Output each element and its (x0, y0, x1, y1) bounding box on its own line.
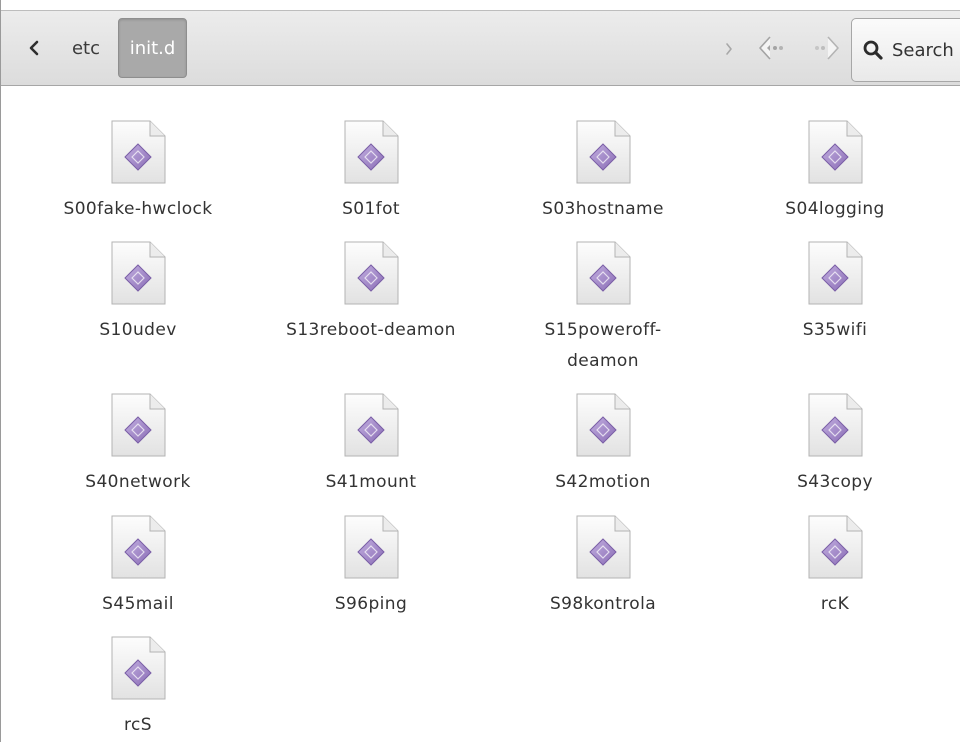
file-name: S96ping (334, 594, 408, 614)
breadcrumb-init-d-label: init.d (129, 37, 176, 59)
script-file-icon (576, 120, 631, 184)
file-item[interactable]: S04logging (719, 120, 951, 225)
file-item[interactable]: S03hostname (487, 120, 719, 225)
search-button[interactable]: Search (851, 18, 960, 82)
arrow-back-icon (759, 36, 783, 60)
file-name: S40network (85, 472, 191, 492)
file-item[interactable]: S98kontrola (487, 515, 719, 620)
script-file-icon (576, 241, 631, 305)
file-item[interactable]: S96ping (255, 515, 487, 620)
script-file-icon (344, 120, 399, 184)
file-item[interactable]: rcK (719, 515, 951, 620)
file-item[interactable]: S13reboot-deamon (255, 241, 487, 346)
script-file-icon (111, 636, 166, 700)
file-name: S15poweroff- deamon (544, 320, 662, 371)
file-item[interactable]: S41mount (255, 393, 487, 498)
file-name: S03hostname (542, 199, 664, 219)
toolbar: etc init.d Search (1, 10, 960, 86)
script-file-icon (111, 393, 166, 457)
search-button-label: Search (892, 39, 954, 61)
file-name: S00fake-hwclock (63, 199, 213, 219)
file-item[interactable]: S40network (22, 393, 254, 498)
script-file-icon (344, 393, 399, 457)
breadcrumb-etc[interactable]: etc (57, 18, 115, 78)
script-file-icon (576, 393, 631, 457)
breadcrumb-forward-button[interactable] (719, 35, 739, 63)
breadcrumb-init-d[interactable]: init.d (118, 18, 187, 78)
file-name: S10udev (99, 320, 177, 340)
file-name: S01fot (342, 199, 400, 219)
file-grid: S00fake-hwclock S01fot S03hostname S04lo… (1, 86, 960, 742)
file-name: S98kontrola (549, 594, 657, 614)
script-file-icon (111, 515, 166, 579)
file-name: S13reboot-deamon (286, 320, 456, 340)
script-file-icon (808, 241, 863, 305)
file-item[interactable]: S10udev (22, 241, 254, 346)
breadcrumb-etc-label: etc (71, 37, 101, 59)
file-manager-window: etc init.d Search S00fake-hwclock S01fot… (0, 0, 960, 742)
file-name: rcS (124, 715, 152, 735)
nav-forward-button[interactable] (805, 31, 845, 65)
file-name: S41mount (325, 472, 417, 492)
file-name: S04logging (785, 199, 885, 219)
file-item[interactable]: S35wifi (719, 241, 951, 346)
file-name: S42motion (555, 472, 651, 492)
file-item[interactable]: S00fake-hwclock (22, 120, 254, 225)
file-item[interactable]: rcS (22, 636, 254, 741)
script-file-icon (111, 241, 166, 305)
magnifier-icon (863, 40, 883, 60)
file-item[interactable]: S42motion (487, 393, 719, 498)
file-item[interactable]: S43copy (719, 393, 951, 498)
script-file-icon (808, 515, 863, 579)
file-item[interactable]: S45mail (22, 515, 254, 620)
chevron-right-icon (726, 43, 732, 55)
file-item[interactable]: S15poweroff- deamon (487, 241, 719, 377)
file-item[interactable]: S01fot (255, 120, 487, 225)
script-file-icon (344, 515, 399, 579)
script-file-icon (576, 515, 631, 579)
nav-back-button[interactable] (753, 31, 793, 65)
file-name: S35wifi (802, 320, 868, 340)
file-name: S43copy (797, 472, 873, 492)
chevron-left-icon (29, 40, 39, 56)
arrow-forward-icon (815, 36, 839, 60)
script-file-icon (808, 120, 863, 184)
script-file-icon (808, 393, 863, 457)
file-name: S45mail (102, 594, 174, 614)
file-name: rcK (820, 594, 850, 614)
script-file-icon (344, 241, 399, 305)
script-file-icon (111, 120, 166, 184)
back-button[interactable] (19, 33, 49, 63)
